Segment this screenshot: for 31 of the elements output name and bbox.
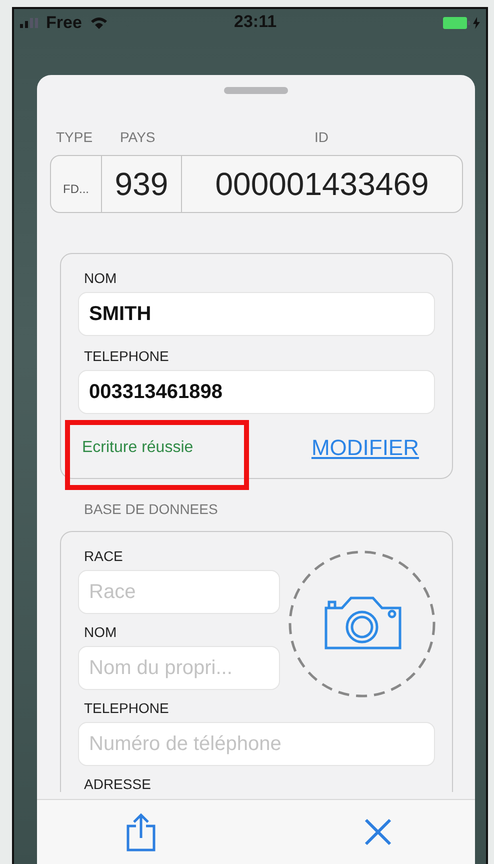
input-field[interactable]: Nom du propri... <box>78 646 280 690</box>
photo-button[interactable] <box>288 550 436 698</box>
id-text: 939 <box>101 156 181 212</box>
share-icon <box>125 812 157 852</box>
input-field[interactable]: Numéro de téléphone <box>78 722 435 766</box>
field-label: TELEPHONE <box>83 700 170 716</box>
share-button[interactable] <box>125 812 157 852</box>
column-header: PAYS <box>119 129 156 145</box>
input-field[interactable]: 003313461898 <box>78 370 435 414</box>
close-icon <box>364 818 392 846</box>
id-text: 000001433469 <box>181 156 462 212</box>
field-label: NOM <box>83 624 118 640</box>
status-message: Ecriture réussie <box>82 439 194 457</box>
column-header: TYPE <box>55 129 94 145</box>
field-label: TELEPHONE <box>83 348 170 364</box>
drag-handle[interactable] <box>224 87 288 94</box>
clock-time: 23:11 <box>234 12 277 32</box>
section-title: BASE DE DONNEES <box>84 501 219 517</box>
field-label: NOM <box>83 270 118 286</box>
close-button[interactable] <box>364 818 392 846</box>
field-label: RACE <box>83 548 124 564</box>
camera-icon <box>324 596 402 650</box>
input-field[interactable]: SMITH <box>78 292 435 336</box>
input-field[interactable]: Race <box>78 570 280 614</box>
battery-icon <box>443 16 471 30</box>
charging-icon <box>473 17 480 29</box>
carrier-name: Free <box>46 13 82 33</box>
wifi-icon <box>90 16 108 30</box>
id-text: FD... <box>62 181 90 198</box>
column-header: ID <box>314 129 330 145</box>
field-label: ADRESSE <box>83 776 152 792</box>
